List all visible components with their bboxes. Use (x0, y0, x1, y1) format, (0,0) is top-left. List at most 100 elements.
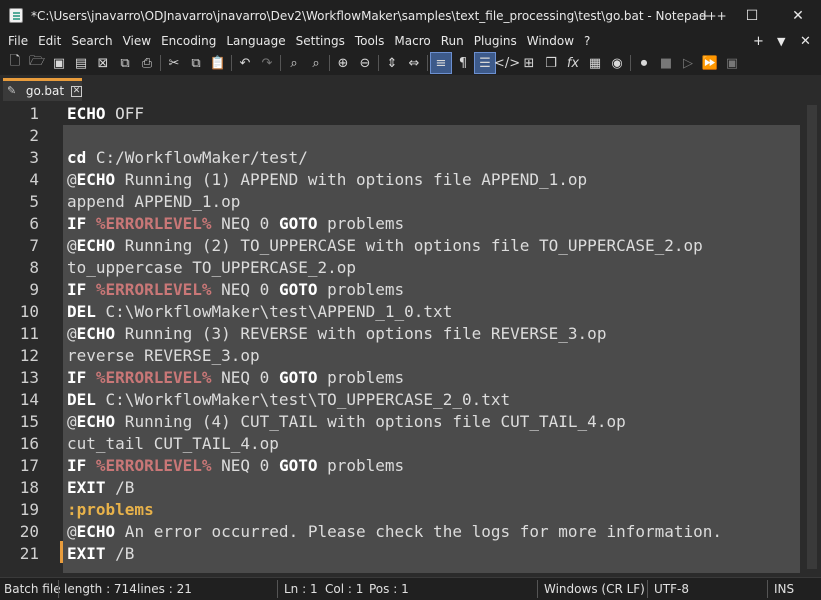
sync-horizontal-icon[interactable]: ⇔ (403, 52, 425, 74)
menu-edit[interactable]: Edit (33, 34, 66, 48)
open-file-icon[interactable]: 🗁 (26, 52, 48, 74)
save-macro-icon[interactable]: ▣ (721, 52, 743, 74)
menu-macro[interactable]: Macro (389, 34, 435, 48)
all-chars-icon[interactable]: ¶ (452, 52, 474, 74)
code-line[interactable]: @ECHO Running (4) CUT_TAIL with options … (67, 411, 626, 433)
doc-list-icon[interactable]: ❐ (540, 52, 562, 74)
menu-encoding[interactable]: Encoding (156, 34, 221, 48)
indent-guide-icon[interactable]: ☰ (474, 52, 496, 74)
status-separator (58, 580, 59, 598)
monitoring-icon[interactable]: ◉ (606, 52, 628, 74)
code-line[interactable]: ECHO OFF (67, 103, 144, 125)
new-file-icon[interactable]: 🗋 (4, 52, 26, 74)
code-text: An error occurred. Please check the logs… (115, 522, 723, 541)
menu-settings[interactable]: Settings (291, 34, 350, 48)
code-text: @ (67, 412, 77, 431)
code-line[interactable]: @ECHO Running (2) TO_UPPERCASE with opti… (67, 235, 703, 257)
code-keyword: ECHO (76, 522, 116, 541)
status-lines: lines : 21 (137, 582, 192, 596)
status-ln: Ln : 1 (284, 582, 318, 596)
menu-file[interactable]: File (3, 34, 33, 48)
menu-tools[interactable]: Tools (350, 34, 390, 48)
code-line[interactable]: IF %ERRORLEVEL% NEQ 0 GOTO problems (67, 455, 404, 477)
code-line[interactable]: EXIT /B (67, 543, 134, 565)
code-line[interactable]: to_uppercase TO_UPPERCASE_2.op (67, 257, 356, 279)
code-area[interactable]: ECHO OFF cd C:/WorkflowMaker/test/@ECHO R… (63, 101, 803, 573)
line-number: 2 (29, 126, 39, 145)
record-macro-icon[interactable]: ⏺ (633, 52, 655, 74)
code-variable: %ERRORLEVEL% (95, 368, 212, 387)
close-doc-icon[interactable]: ✕ (800, 31, 811, 51)
code-line[interactable]: IF %ERRORLEVEL% NEQ 0 GOTO problems (67, 213, 404, 235)
new-tab-plus-icon[interactable]: + (753, 31, 764, 51)
status-bar: Batch file length : 714 lines : 21 Ln : … (0, 577, 821, 600)
copy-icon[interactable]: ⧉ (185, 52, 207, 74)
code-variable: %ERRORLEVEL% (95, 456, 212, 475)
code-keyword: DEL (67, 390, 96, 409)
minimize-button[interactable]: — (683, 0, 729, 31)
code-text: Running (1) APPEND with options file APP… (115, 170, 588, 189)
tab-close-icon[interactable]: ✕ (71, 85, 82, 97)
status-encoding[interactable]: UTF-8 (654, 582, 689, 596)
code-text: Running (2) TO_UPPERCASE with options fi… (115, 236, 703, 255)
close-all-icon[interactable]: ⧉ (114, 52, 136, 74)
editor[interactable]: 1 2 3 4 5 6 7 8 9 10 11 12 13 14 15 16 17 18 19 20 21 ECHO O… (0, 101, 821, 573)
print-icon[interactable]: ⎙ (136, 52, 158, 74)
code-line[interactable]: @ECHO An error occurred. Please check th… (67, 521, 722, 543)
menu-window[interactable]: Window (522, 34, 579, 48)
code-line[interactable]: cut_tail CUT_TAIL_4.op (67, 433, 279, 455)
menu-help[interactable]: ? (579, 34, 595, 48)
run-macro-multiple-icon[interactable]: ⏩ (699, 52, 721, 74)
status-insert-mode[interactable]: INS (774, 582, 794, 596)
code-line[interactable]: :problems (67, 499, 154, 521)
paste-icon[interactable]: 📋 (207, 52, 229, 74)
undo-icon[interactable]: ↶ (234, 52, 256, 74)
play-macro-icon[interactable]: ▷ (677, 52, 699, 74)
save-all-icon[interactable]: ▤ (70, 52, 92, 74)
menu-view[interactable]: View (118, 34, 156, 48)
folder-workspace-icon[interactable]: ▦ (584, 52, 606, 74)
code-line[interactable]: reverse REVERSE_3.op (67, 345, 260, 367)
zoom-in-icon[interactable]: ⊕ (332, 52, 354, 74)
code-line[interactable]: @ECHO Running (1) APPEND with options fi… (67, 169, 587, 191)
code-text: C:/WorkflowMaker/test/ (86, 148, 308, 167)
tab-list-dropdown-icon[interactable]: ▼ (777, 31, 785, 51)
status-eol[interactable]: Windows (CR LF) (544, 582, 645, 596)
lang-udl-icon[interactable]: </> (494, 52, 520, 74)
code-line[interactable]: cd C:/WorkflowMaker/test/ (67, 147, 308, 169)
sync-vertical-icon[interactable]: ⇕ (381, 52, 403, 74)
close-icon[interactable]: ⊠ (92, 52, 114, 74)
scrollbar-thumb[interactable] (807, 105, 817, 569)
code-line[interactable]: EXIT /B (67, 477, 134, 499)
code-line[interactable]: DEL C:\WorkflowMaker\test\TO_UPPERCASE_2… (67, 389, 510, 411)
menu-language[interactable]: Language (221, 34, 290, 48)
code-line[interactable]: append APPEND_1.op (67, 191, 240, 213)
menu-plugins[interactable]: Plugins (469, 34, 522, 48)
tab-go-bat[interactable]: ✎ go.bat ✕ (3, 78, 82, 101)
code-line[interactable]: DEL C:\WorkflowMaker\test\APPEND_1_0.txt (67, 301, 452, 323)
menu-search[interactable]: Search (66, 34, 117, 48)
toolbar-separator (280, 55, 281, 71)
code-line[interactable]: IF %ERRORLEVEL% NEQ 0 GOTO problems (67, 279, 404, 301)
menu-run[interactable]: Run (436, 34, 469, 48)
stop-macro-icon[interactable]: ■ (655, 52, 677, 74)
find-icon[interactable]: ⌕ (283, 52, 305, 74)
code-keyword: GOTO (278, 214, 318, 233)
word-wrap-icon[interactable]: ≡ (430, 52, 452, 74)
zoom-out-icon[interactable]: ⊖ (354, 52, 376, 74)
save-icon[interactable]: ▣ (48, 52, 70, 74)
cut-icon[interactable]: ✂ (163, 52, 185, 74)
code-line[interactable]: @ECHO Running (3) REVERSE with options f… (67, 323, 606, 345)
replace-icon[interactable]: ⌕ (305, 52, 327, 74)
code-line[interactable]: IF %ERRORLEVEL% NEQ 0 GOTO problems (67, 367, 404, 389)
doc-map-icon[interactable]: ⊞ (518, 52, 540, 74)
code-text: to_uppercase TO_UPPERCASE_2.op (67, 258, 356, 277)
close-button[interactable]: ✕ (775, 0, 821, 31)
code-text: NEQ 0 (211, 214, 279, 233)
line-number: 18 (19, 478, 39, 497)
function-list-icon[interactable]: fx (562, 52, 584, 74)
redo-icon[interactable]: ↷ (256, 52, 278, 74)
maximize-button[interactable]: ☐ (729, 0, 775, 31)
code-keyword: IF (67, 456, 87, 475)
